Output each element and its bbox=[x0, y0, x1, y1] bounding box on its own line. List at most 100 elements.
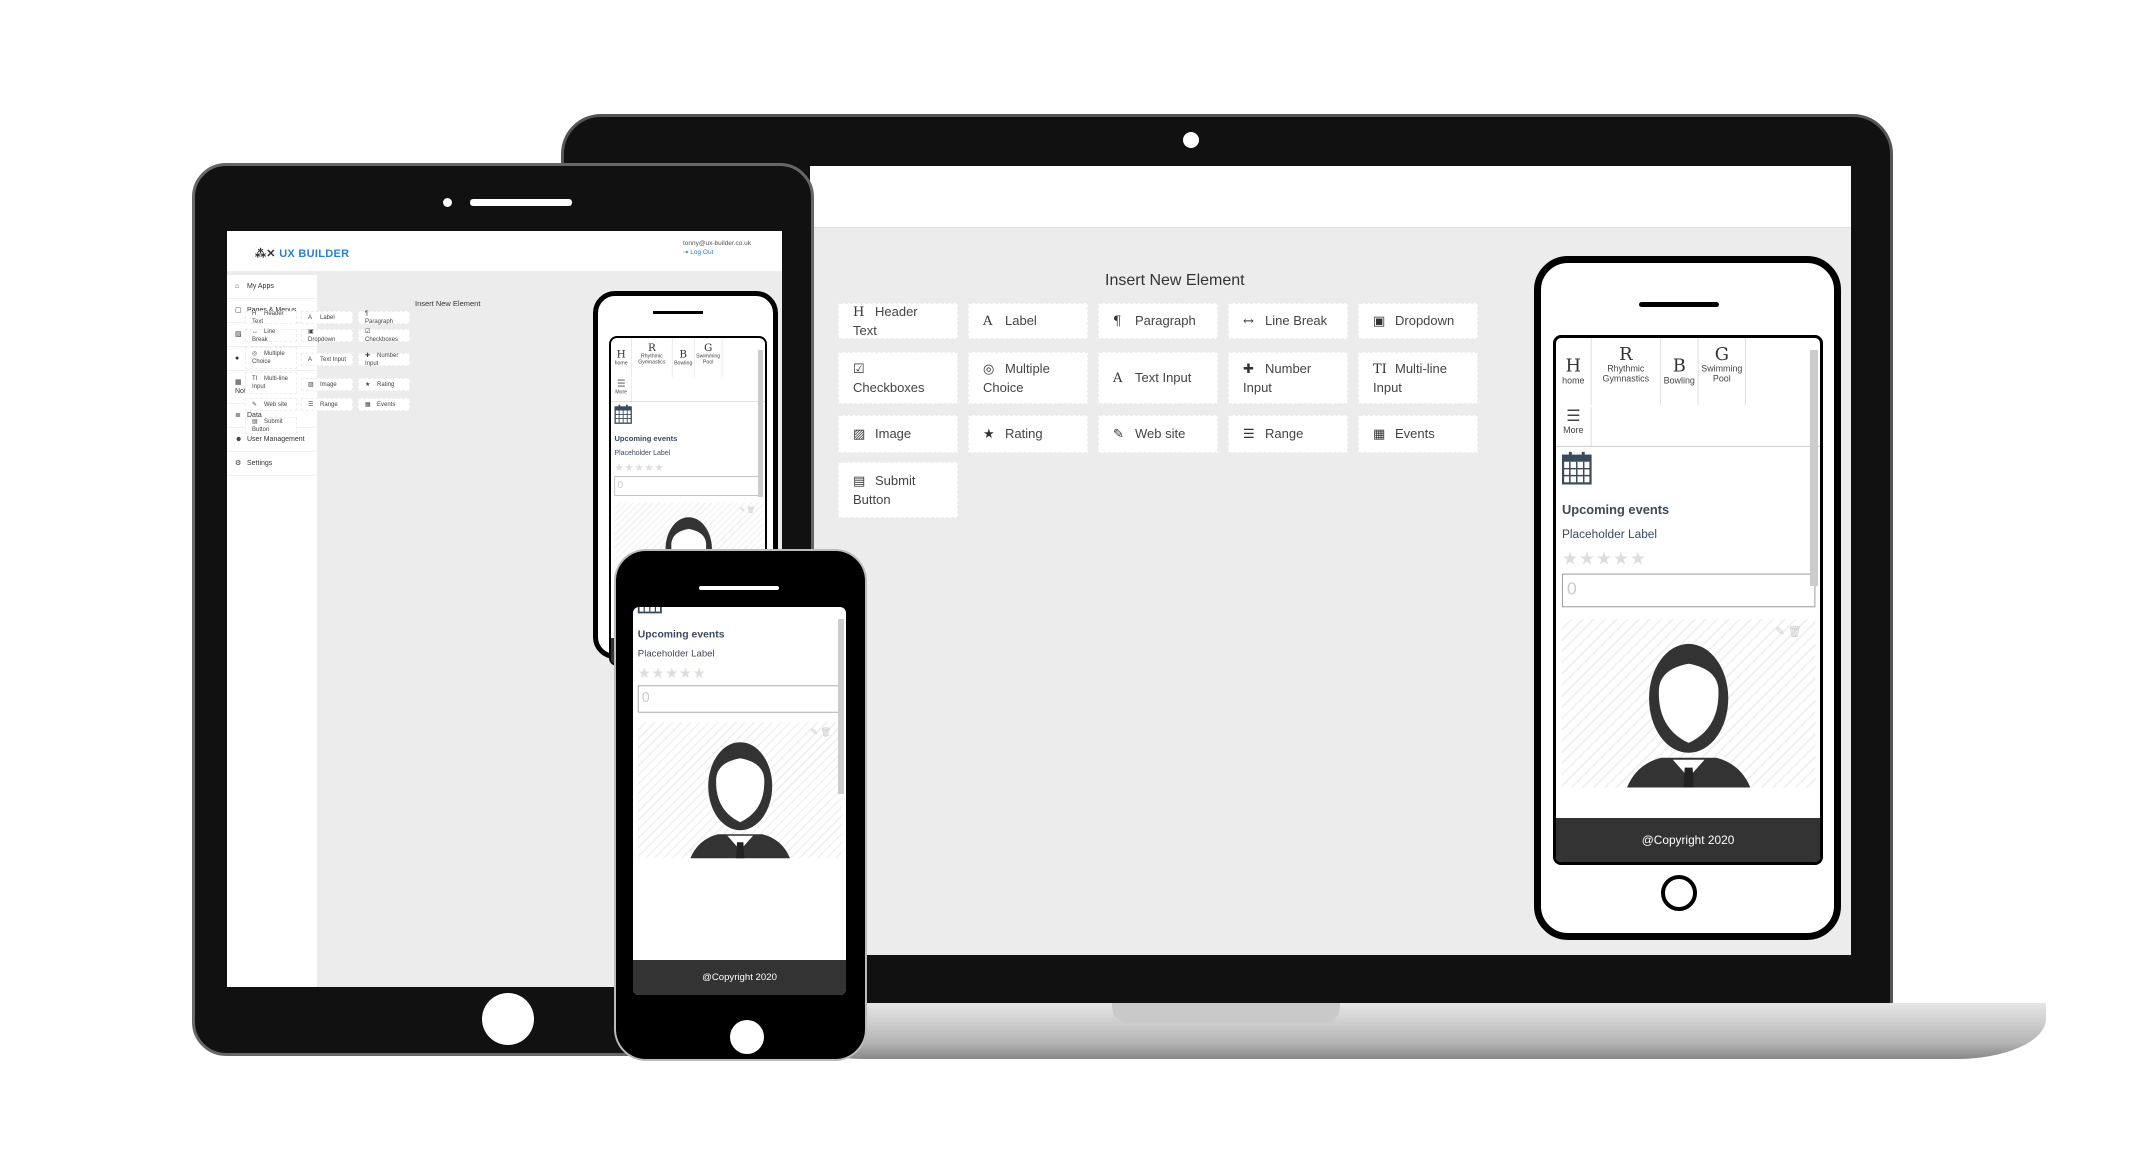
element-label: Range bbox=[320, 401, 338, 408]
insert-web-site-button[interactable]: ✎ Web site bbox=[1098, 415, 1218, 453]
nav-icon: H bbox=[1565, 355, 1582, 377]
logo[interactable]: ⁂✕ UX BUILDER bbox=[255, 247, 349, 260]
insert-paragraph-button[interactable]: ¶Paragraph bbox=[358, 311, 410, 325]
nav-icon: B bbox=[679, 348, 688, 361]
upcoming-events-heading: Upcoming events bbox=[614, 434, 678, 443]
vertical-scrollbar[interactable] bbox=[758, 350, 763, 497]
insert-multi-line-input-button[interactable]: TI Multi-line Input bbox=[245, 372, 297, 394]
nav-item-bowling[interactable]: B Bowling bbox=[1661, 338, 1699, 406]
tablet-camera bbox=[443, 198, 452, 207]
element-icon: TI bbox=[1373, 361, 1387, 377]
insert-text-input-button[interactable]: A Text Input bbox=[1098, 352, 1218, 404]
sidebar-label: User Management bbox=[247, 436, 305, 443]
rating-stars[interactable]: ★★★★★ bbox=[1562, 549, 1820, 570]
nav-item-swimming-pool[interactable]: G Swimming Pool bbox=[695, 338, 723, 378]
sidebar-icon: ☻ bbox=[235, 436, 243, 443]
nav-label: Rhythmic Gymnastics bbox=[638, 353, 666, 365]
insert-image-button[interactable]: ▨ Image bbox=[301, 378, 353, 391]
element-label: Rating bbox=[1005, 425, 1043, 441]
insert-dropdown-button[interactable]: ▣Dropdown bbox=[301, 328, 353, 343]
nav-item-bowling[interactable]: B Bowling bbox=[672, 338, 695, 378]
insert-submit-button-button[interactable]: ▤ Submit Button bbox=[245, 417, 297, 434]
user-email: tonny@ux-builder.co.uk bbox=[683, 240, 752, 247]
nav-label: More bbox=[1563, 425, 1584, 436]
insert-dropdown-button[interactable]: ▣Dropdown bbox=[1358, 303, 1478, 339]
number-input[interactable]: 0 bbox=[614, 476, 763, 496]
nav-item-home[interactable]: Hhome bbox=[611, 338, 632, 378]
tablet-home-button[interactable] bbox=[482, 993, 534, 1045]
app-header: ⁂✕ UX BUILDER tonny@ux-builder.co.uk ⇥ L… bbox=[227, 231, 782, 271]
calendar-icon bbox=[614, 404, 633, 426]
nav-item-rhythmic-gymnastics[interactable]: R Rhythmic Gymnastics bbox=[632, 338, 673, 378]
insert-events-button[interactable]: ▦ Events bbox=[1358, 415, 1478, 453]
insert-checkboxes-button[interactable]: ☑ Checkboxes bbox=[838, 352, 958, 404]
nav-item-swimming-pool[interactable]: G Swimming Pool bbox=[1699, 338, 1747, 406]
phone-home-button[interactable] bbox=[1661, 875, 1697, 911]
element-icon: ☑ bbox=[853, 361, 865, 377]
insert-range-button[interactable]: ☰ Range bbox=[1228, 415, 1348, 453]
nav-icon: R bbox=[1619, 343, 1633, 365]
nav-icon: G bbox=[1714, 343, 1729, 365]
insert-label-button[interactable]: A Label bbox=[301, 311, 353, 324]
element-icon: ▦ bbox=[365, 401, 371, 408]
vertical-scrollbar[interactable] bbox=[1810, 350, 1818, 586]
insert-paragraph-button[interactable]: ¶Paragraph bbox=[1098, 303, 1218, 339]
insert-rating-button[interactable]: ★ Rating bbox=[968, 415, 1088, 453]
laptop-base bbox=[775, 1003, 2046, 1059]
logout-link[interactable]: ⇥ Log Out bbox=[683, 248, 751, 257]
vertical-scrollbar[interactable] bbox=[837, 619, 844, 794]
phone-screen: Hhome RRhythmic Gymnastics BBowling GSwi… bbox=[1553, 335, 1823, 865]
insert-image-button[interactable]: ▨ Image bbox=[838, 415, 958, 453]
nav-item-home[interactable]: Hhome bbox=[1556, 338, 1592, 406]
phone-nav: Hhome R Rhythmic Gymnastics B Bowling G Swi… bbox=[1556, 338, 1820, 447]
insert-header-text-button[interactable]: H Header Text bbox=[245, 311, 297, 325]
insert-checkboxes-button[interactable]: ☑Checkboxes bbox=[358, 328, 410, 343]
rating-stars[interactable]: ★★★★★ bbox=[614, 462, 765, 474]
element-icon: ☑ bbox=[365, 328, 371, 335]
upcoming-events-heading: Upcoming events bbox=[637, 627, 725, 640]
insert-events-button[interactable]: ▦ Events bbox=[358, 398, 410, 411]
footer-copyright: @Copyright 2020 bbox=[1556, 818, 1820, 862]
nav-icon: B bbox=[1672, 355, 1686, 377]
nav-more-button[interactable]: ☰ More bbox=[611, 378, 632, 402]
nav-label: home bbox=[1562, 375, 1585, 386]
element-icon: ✚ bbox=[1243, 361, 1254, 377]
phone-home-button[interactable] bbox=[730, 1020, 764, 1054]
nav-label: home bbox=[614, 360, 628, 366]
logo-text: UX BUILDER bbox=[279, 248, 350, 260]
app-header bbox=[810, 166, 1851, 228]
element-icon: ▣ bbox=[308, 328, 314, 335]
insert-multi-line-input-button[interactable]: TI Multi-line Input bbox=[1358, 352, 1478, 404]
insert-multiple-choice-button[interactable]: ◎ Multiple Choice bbox=[968, 352, 1088, 404]
footer-copyright: @Copyright 2020 bbox=[633, 959, 846, 995]
element-label: Checkboxes bbox=[365, 336, 399, 343]
rating-stars[interactable]: ★★★★★ bbox=[638, 665, 846, 682]
insert-rating-button[interactable]: ★ Rating bbox=[358, 378, 410, 391]
insert-element-title: Insert New Element bbox=[415, 299, 481, 308]
number-input[interactable]: 0 bbox=[1561, 573, 1816, 608]
element-icon: ▣ bbox=[1373, 313, 1386, 329]
number-input[interactable]: 0 bbox=[637, 685, 843, 713]
insert-label-button[interactable]: A Label bbox=[968, 303, 1088, 339]
element-icon: ☰ bbox=[308, 401, 314, 408]
element-icon: ☰ bbox=[1243, 426, 1255, 442]
element-label: Checkboxes bbox=[853, 379, 925, 395]
insert-line-break-button[interactable]: ↔ Line Break bbox=[1228, 303, 1348, 339]
nav-label: Rhythmic Gymnastics bbox=[1602, 363, 1650, 384]
sidebar-item-settings[interactable]: ⚙ Settings bbox=[227, 452, 317, 476]
nav-label: Swimming Pool bbox=[1701, 363, 1743, 384]
insert-number-input-button[interactable]: ✚ Number Input bbox=[1228, 352, 1348, 404]
insert-number-input-button[interactable]: ✚ Number Input bbox=[358, 353, 410, 367]
insert-range-button[interactable]: ☰ Range bbox=[301, 398, 353, 411]
insert-header-text-button[interactable]: H Header Text bbox=[838, 303, 958, 339]
nav-more-button[interactable]: ☰ More bbox=[1556, 407, 1592, 447]
nav-item-rhythmic-gymnastics[interactable]: R Rhythmic Gymnastics bbox=[1592, 338, 1661, 406]
sidebar-item-my-apps[interactable]: ⌂ My Apps bbox=[227, 275, 317, 299]
insert-web-site-button[interactable]: ✎ Web site bbox=[245, 398, 297, 411]
calendar-icon bbox=[637, 607, 662, 617]
hamburger-icon: ☰ bbox=[1566, 408, 1581, 426]
insert-multiple-choice-button[interactable]: ◎ Multiple Choice bbox=[245, 347, 297, 369]
insert-line-break-button[interactable]: ↔ Line Break bbox=[245, 329, 297, 343]
insert-text-input-button[interactable]: A Text Input bbox=[301, 353, 353, 366]
insert-submit-button-button[interactable]: ▤ Submit Button bbox=[838, 462, 958, 518]
